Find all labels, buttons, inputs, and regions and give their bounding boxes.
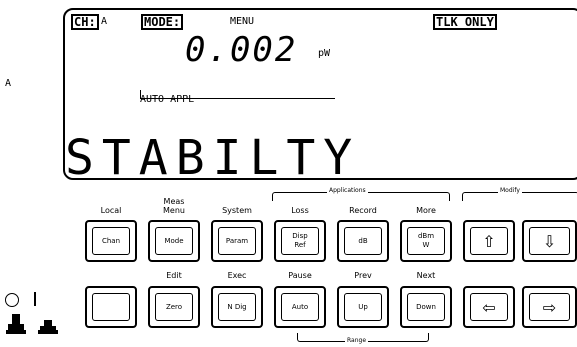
mode-key-label: Mode bbox=[155, 227, 193, 255]
label-prev: Prev bbox=[354, 271, 372, 280]
down-key[interactable]: Down bbox=[400, 286, 452, 328]
channel-value: A bbox=[101, 16, 108, 27]
power-on-icon bbox=[34, 292, 36, 306]
up-key[interactable]: Up bbox=[337, 286, 389, 328]
label-exec: Exec bbox=[227, 271, 247, 280]
db-key[interactable]: dB bbox=[337, 220, 389, 262]
power-reading: 0.002 bbox=[185, 30, 298, 70]
n-dig-key-label: N Dig bbox=[218, 293, 256, 321]
right-arrow-key[interactable]: ⇨ bbox=[522, 286, 577, 328]
down-arrow-icon: ⇩ bbox=[529, 227, 570, 255]
label-system: System bbox=[222, 206, 252, 215]
n-dig-key[interactable]: N Dig bbox=[211, 286, 263, 328]
power-off-icon bbox=[5, 293, 19, 307]
label-pause: Pause bbox=[288, 271, 312, 280]
down-arrow-key[interactable]: ⇩ bbox=[522, 220, 577, 262]
label-next: Next bbox=[416, 271, 436, 280]
applications-group-label: Applications bbox=[327, 187, 368, 194]
application-underline bbox=[140, 98, 335, 99]
channel-side-label: A bbox=[5, 78, 12, 89]
talk-only-tag: TLK ONLY bbox=[433, 14, 497, 30]
label-more: More bbox=[416, 206, 436, 215]
zero-key-label: Zero bbox=[155, 293, 193, 321]
chan-key-label: Chan bbox=[92, 227, 130, 255]
main-message: STABILTY bbox=[65, 130, 361, 186]
dbm-w-key[interactable]: dBm W bbox=[400, 220, 452, 262]
mode-key[interactable]: Mode bbox=[148, 220, 200, 262]
up-arrow-key[interactable]: ⇧ bbox=[463, 220, 515, 262]
left-arrow-key[interactable]: ⇦ bbox=[463, 286, 515, 328]
dbm-w-key-label: dBm W bbox=[407, 227, 445, 255]
power-unit: pW bbox=[318, 48, 331, 59]
param-key-label: Param bbox=[218, 227, 256, 255]
lcd-display: CH: A MODE: MENU TLK ONLY 0.002 pW AUTO … bbox=[63, 8, 577, 186]
param-key[interactable]: Param bbox=[211, 220, 263, 262]
range-group-label: Range bbox=[345, 337, 369, 344]
auto-key[interactable]: Auto bbox=[274, 286, 326, 328]
zero-key[interactable]: Zero bbox=[148, 286, 200, 328]
up-arrow-icon: ⇧ bbox=[470, 227, 508, 255]
db-key-label: dB bbox=[344, 227, 382, 255]
label-loss: Loss bbox=[291, 206, 309, 215]
up-key-label: Up bbox=[344, 293, 382, 321]
disp-ref-key-label: Disp Ref bbox=[281, 227, 319, 255]
down-key-label: Down bbox=[407, 293, 445, 321]
application-label: AUTO APPL bbox=[140, 94, 195, 105]
mode-tag: MODE: bbox=[141, 14, 184, 30]
chan-key[interactable]: Chan bbox=[85, 220, 137, 262]
blank-key-label bbox=[92, 293, 130, 321]
sensor-connectors-icon bbox=[6, 314, 58, 334]
right-arrow-icon: ⇨ bbox=[529, 293, 570, 321]
modify-group-label: Modify bbox=[498, 187, 522, 194]
label-edit: Edit bbox=[166, 271, 182, 280]
left-arrow-icon: ⇦ bbox=[470, 293, 508, 321]
label-record: Record bbox=[349, 206, 377, 215]
label-meas-menu: Meas Menu bbox=[163, 197, 185, 215]
label-local: Local bbox=[100, 206, 122, 215]
auto-key-label: Auto bbox=[281, 293, 319, 321]
blank-key[interactable] bbox=[85, 286, 137, 328]
mode-value: MENU bbox=[230, 16, 255, 27]
disp-ref-key[interactable]: Disp Ref bbox=[274, 220, 326, 262]
channel-tag: CH: bbox=[71, 14, 99, 30]
